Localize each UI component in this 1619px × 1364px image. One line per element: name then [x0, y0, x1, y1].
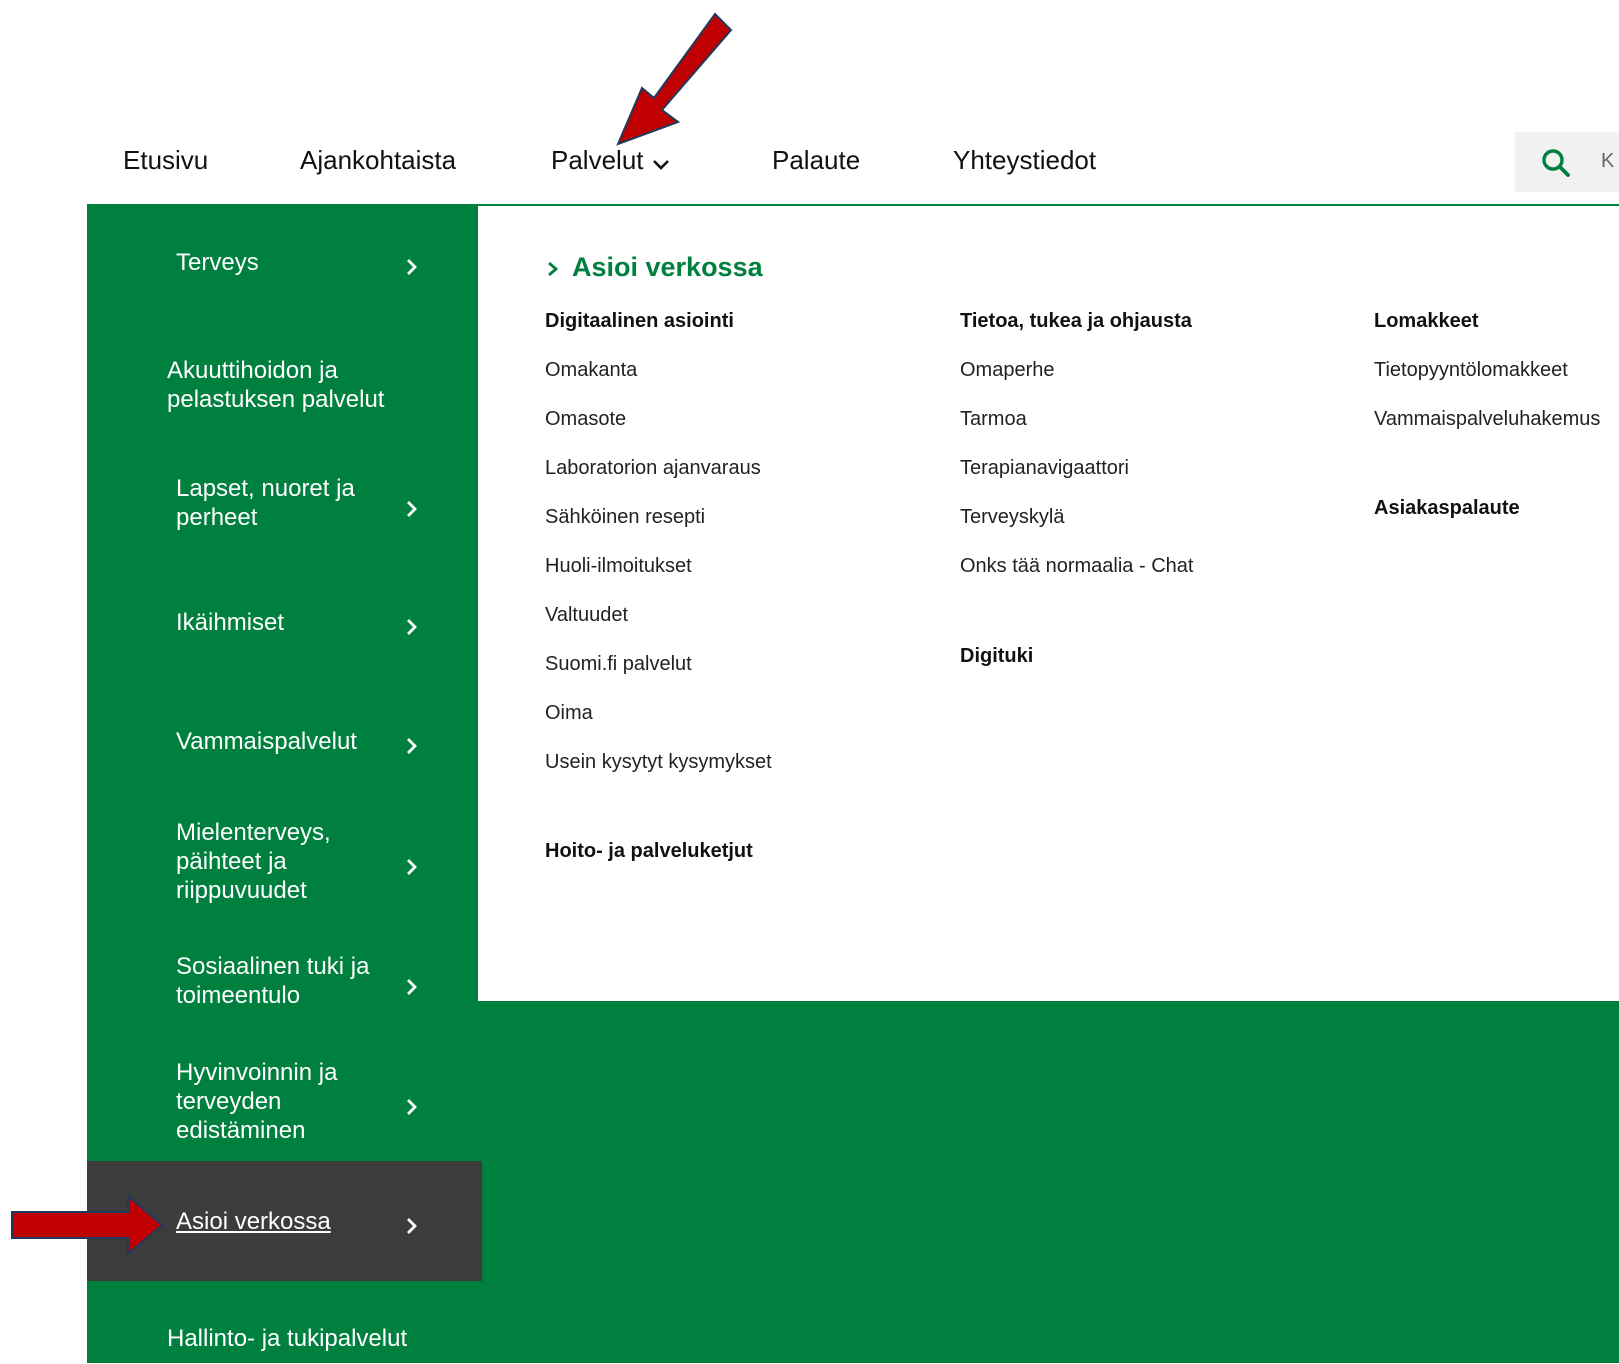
services-sidebar: Terveys Akuuttihoidon ja pelastuksen pal…	[87, 206, 482, 1364]
chevron-right-icon	[405, 854, 419, 883]
sidebar-item-label: Vammaispalvelut	[176, 728, 357, 755]
column-heading[interactable]: Digitaalinen asiointi	[545, 310, 734, 333]
search-input[interactable]: K	[1515, 132, 1619, 192]
chevron-right-icon	[405, 254, 419, 283]
column-heading[interactable]: Lomakkeet	[1374, 310, 1479, 333]
nav-palvelut-label: Palvelut	[551, 145, 644, 175]
panel-title-label: Asioi verkossa	[572, 252, 763, 282]
sidebar-item-label: Lapset, nuoret ja perheet	[176, 475, 355, 531]
sidebar-item-hallinto[interactable]: Hallinto- ja tukipalvelut	[87, 1324, 480, 1364]
link-terveyskyla[interactable]: Terveyskylä	[960, 506, 1064, 529]
chevron-right-icon	[405, 974, 419, 1003]
search-icon[interactable]	[1541, 148, 1571, 183]
link-valtuudet[interactable]: Valtuudet	[545, 604, 628, 627]
sidebar-item-ikaihmiset[interactable]: Ikäihmiset	[87, 608, 480, 648]
link-sahkoinen-resepti[interactable]: Sähköinen resepti	[545, 506, 705, 529]
column-heading[interactable]: Tietoa, tukea ja ohjausta	[960, 310, 1192, 333]
panel-title[interactable]: Asioi verkossa	[546, 252, 763, 283]
column-heading-digituki[interactable]: Digituki	[960, 645, 1033, 668]
sidebar-item-terveys[interactable]: Terveys	[87, 248, 480, 288]
link-vammaispalveluhakemus[interactable]: Vammaispalveluhakemus	[1374, 408, 1600, 431]
link-suomifi-palvelut[interactable]: Suomi.fi palvelut	[545, 653, 692, 676]
top-navigation: Etusivu Ajankohtaista Palvelut Palaute Y…	[0, 0, 1619, 206]
nav-etusivu[interactable]: Etusivu	[123, 145, 208, 176]
chevron-right-icon	[405, 496, 419, 525]
chevron-right-icon	[405, 614, 419, 643]
sidebar-item-lapset[interactable]: Lapset, nuoret ja perheet	[87, 474, 480, 534]
chevron-right-icon	[546, 252, 560, 282]
column-heading-hoito[interactable]: Hoito- ja palveluketjut	[545, 840, 753, 863]
link-omaperhe[interactable]: Omaperhe	[960, 359, 1055, 382]
sidebar-item-label: Ikäihmiset	[176, 609, 285, 636]
chevron-right-icon	[405, 1213, 419, 1242]
search-placeholder: K	[1601, 150, 1615, 172]
chevron-right-icon	[405, 1094, 419, 1123]
link-usein-kysytyt[interactable]: Usein kysytyt kysymykset	[545, 751, 772, 774]
link-tietopyyntolomakkeet[interactable]: Tietopyyntölomakkeet	[1374, 359, 1568, 382]
sidebar-item-label: Hallinto- ja tukipalvelut	[167, 1325, 408, 1352]
sidebar-item-label: Sosiaalinen tuki ja toimeentulo	[176, 953, 370, 1009]
annotation-arrow-right-icon	[11, 1194, 164, 1256]
link-tarmoa[interactable]: Tarmoa	[960, 408, 1027, 431]
sidebar-item-akuuttihoito[interactable]: Akuuttihoidon ja pelastuksen palvelut	[87, 356, 480, 416]
sidebar-item-mielenterveys[interactable]: Mielenterveys, päihteet ja riippuvuudet	[87, 818, 480, 908]
column-heading-asiakaspalaute[interactable]: Asiakaspalaute	[1374, 497, 1520, 520]
chevron-down-icon	[652, 147, 670, 178]
sidebar-item-sosiaalinen-tuki[interactable]: Sosiaalinen tuki ja toimeentulo	[87, 952, 480, 1012]
link-onks-taa-normaalia[interactable]: Onks tää normaalia - Chat	[960, 555, 1193, 578]
nav-palvelut[interactable]: Palvelut	[551, 145, 670, 178]
annotation-arrow-down-icon	[616, 12, 733, 146]
chevron-right-icon	[405, 733, 419, 762]
link-huoli-ilmoitukset[interactable]: Huoli-ilmoitukset	[545, 555, 692, 578]
nav-ajankohtaista[interactable]: Ajankohtaista	[300, 145, 456, 176]
link-oima[interactable]: Oima	[545, 702, 593, 725]
link-omakanta[interactable]: Omakanta	[545, 359, 637, 382]
link-omasote[interactable]: Omasote	[545, 408, 626, 431]
sidebar-item-label: Terveys	[176, 249, 259, 276]
sidebar-item-label: Hyvinvoinnin ja terveyden edistäminen	[176, 1059, 338, 1144]
nav-yhteystiedot[interactable]: Yhteystiedot	[953, 145, 1096, 176]
link-terapianavigaattori[interactable]: Terapianavigaattori	[960, 457, 1129, 480]
nav-palaute[interactable]: Palaute	[772, 145, 860, 176]
sidebar-item-vammaispalvelut[interactable]: Vammaispalvelut	[87, 727, 480, 767]
sidebar-item-label: Mielenterveys, päihteet ja riippuvuudet	[176, 819, 331, 904]
sidebar-item-label: Asioi verkossa	[176, 1208, 331, 1235]
sidebar-item-label: Akuuttihoidon ja pelastuksen palvelut	[167, 357, 385, 413]
submenu-panel: Asioi verkossa Digitaalinen asiointi Oma…	[478, 206, 1619, 1001]
sidebar-item-hyvinvointi[interactable]: Hyvinvoinnin ja terveyden edistäminen	[87, 1058, 480, 1148]
link-laboratorion-ajanvaraus[interactable]: Laboratorion ajanvaraus	[545, 457, 761, 480]
